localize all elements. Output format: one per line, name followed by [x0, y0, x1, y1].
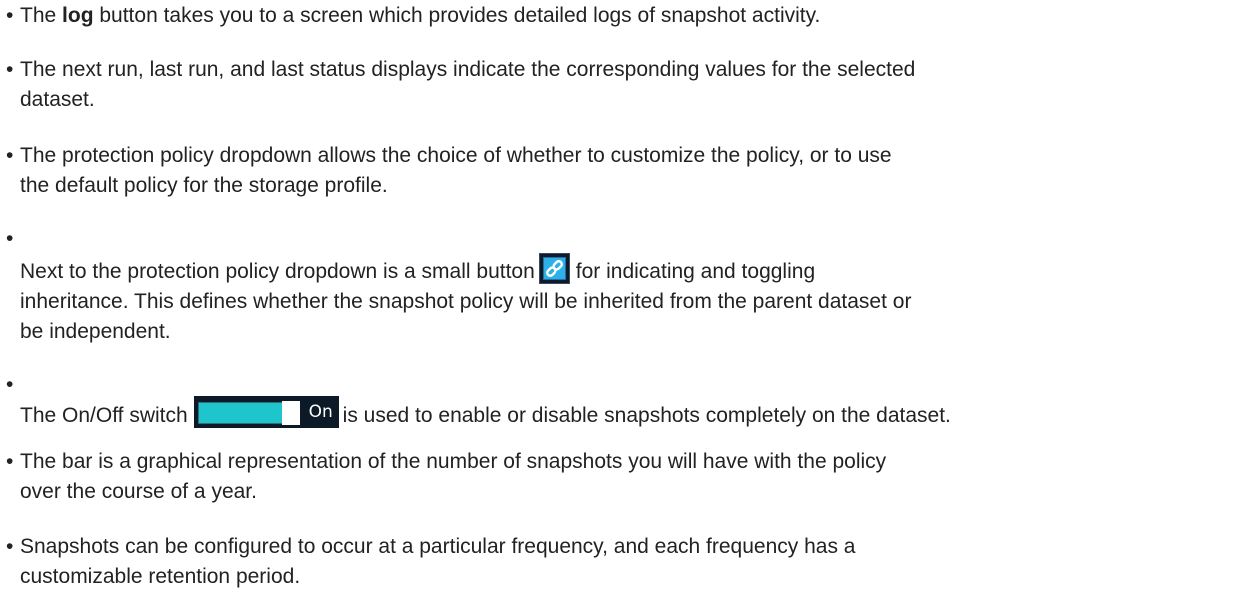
- bullet-glyph: •: [6, 144, 14, 167]
- bullet-glyph: •: [6, 4, 14, 27]
- text-run: The On/Off switch: [20, 404, 188, 427]
- chain-link-icon: [538, 253, 570, 284]
- text-run: for indicating and toggling: [575, 260, 816, 283]
- bullet-glyph: •: [6, 450, 14, 473]
- paragraph-line: The bar is a graphical representation of…: [20, 450, 887, 473]
- paragraph-line: Snapshots can be configured to occur at …: [20, 535, 856, 558]
- paragraph-line: The On/Off switch On is used to enable or …: [20, 396, 951, 433]
- on-off-switch: On: [193, 396, 339, 428]
- paragraph-line: The log button takes you to a screen whi…: [20, 1, 820, 31]
- paragraph-line: over the course of a year.: [20, 480, 257, 503]
- switch-knob: [281, 401, 300, 425]
- paragraph-line: customizable retention period.: [20, 565, 301, 588]
- log-keyword: log: [62, 4, 94, 27]
- text-run: is used to enable or disable snapshots c…: [342, 404, 951, 427]
- paragraph-line: The protection policy dropdown allows th…: [20, 144, 892, 167]
- bullet-glyph: •: [6, 373, 14, 396]
- paragraph-line: The next run, last run, and last status …: [20, 58, 916, 81]
- switch-state-label: On: [308, 402, 333, 422]
- paragraph-line: inheritance. This defines whether the sn…: [20, 290, 912, 313]
- paragraph-line: dataset.: [20, 88, 95, 111]
- paragraph-line: be independent.: [20, 320, 171, 343]
- text-run: The: [20, 4, 63, 27]
- document: • The log button takes you to a screen w…: [0, 0, 1237, 598]
- paragraph-line: Next to the protection policy dropdown i…: [20, 253, 816, 288]
- bullet-glyph: •: [6, 535, 14, 558]
- paragraph-line: the default policy for the storage profi…: [20, 174, 388, 197]
- text-run: Next to the protection policy dropdown i…: [20, 260, 535, 283]
- text-run: button takes you to a screen which provi…: [93, 4, 821, 27]
- bullet-glyph: •: [6, 227, 14, 250]
- bullet-glyph: •: [6, 58, 14, 81]
